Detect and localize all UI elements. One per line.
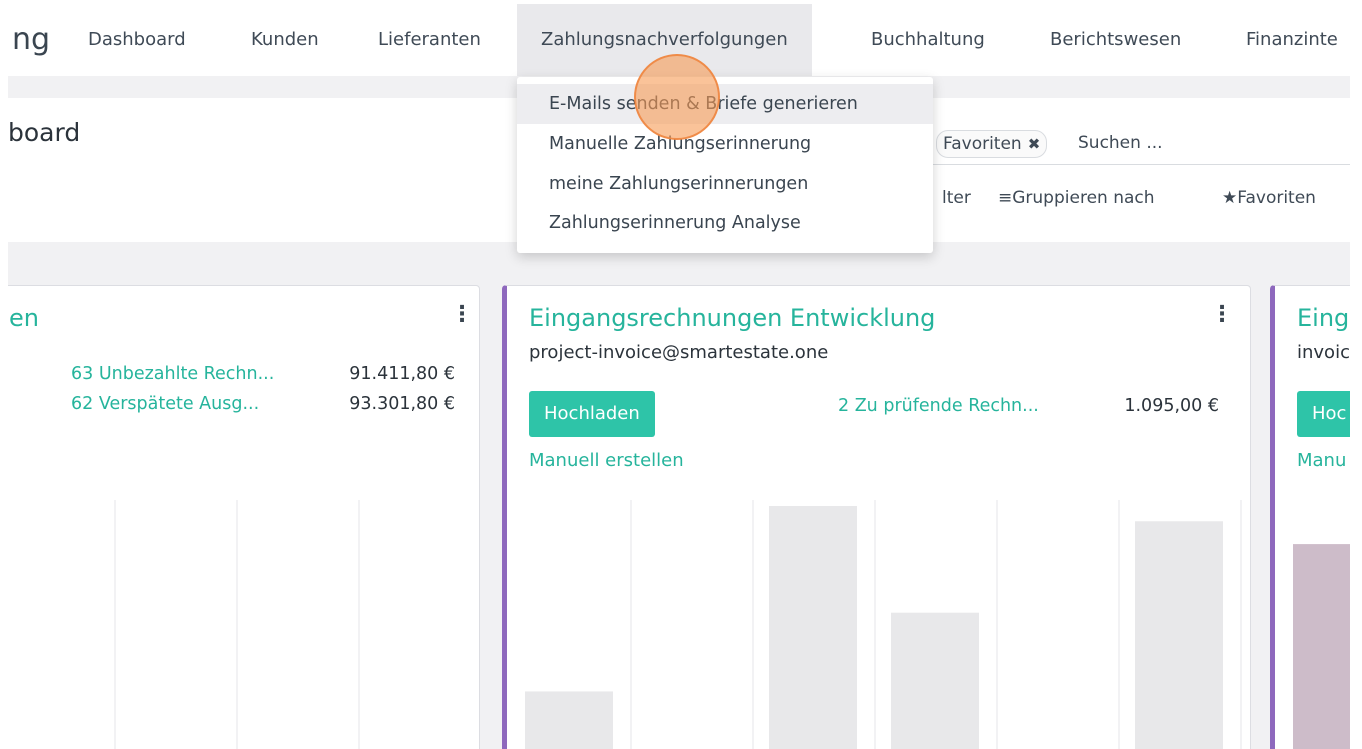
filter-label: lter (942, 188, 971, 208)
nav-item-finanzinte[interactable]: Finanzinte (1246, 4, 1338, 76)
chart-right (1293, 544, 1350, 749)
unpaid-invoices-link[interactable]: 63 Unbezahlte Rechn... (71, 364, 274, 384)
create-manually-link[interactable]: Manu (1297, 450, 1346, 471)
app-frame: ng Dashboard Kunden Lieferanten Zahlungs… (8, 4, 1350, 749)
chart-bar[interactable] (525, 691, 613, 749)
favorites-button[interactable]: ★Favoriten (1222, 188, 1316, 208)
group-by-icon: ≡ (998, 188, 1013, 208)
nav-item-lieferanten[interactable]: Lieferanten (378, 4, 481, 76)
invoices-to-review-link[interactable]: 2 Zu prüfende Rechn... (838, 396, 1039, 416)
journal-card-eingangsrechnungen: Eingangsrechnungen Entwicklung project-i… (502, 285, 1251, 749)
chart-bar[interactable] (769, 506, 857, 749)
chart-bar[interactable] (1293, 544, 1350, 749)
search-bar: Favoriten ✖ (932, 120, 1350, 165)
menu-item-meine-zahlungserinnerungen[interactable]: meine Zahlungserinnerungen (517, 164, 933, 204)
card-email: invoic (1297, 342, 1350, 363)
menu-item-zahlungserinnerung-analyse[interactable]: Zahlungserinnerung Analyse (517, 203, 933, 243)
app-brand[interactable]: ng (12, 4, 50, 76)
chart-bar[interactable] (1135, 521, 1223, 749)
group-by-button[interactable]: ≡Gruppieren nach (998, 188, 1155, 208)
page-title: board (8, 118, 81, 147)
nav-item-dashboard[interactable]: Dashboard (88, 4, 186, 76)
card-title[interactable]: en (9, 304, 39, 332)
chart-left (114, 500, 360, 749)
star-icon: ★ (1222, 188, 1238, 208)
late-invoices-link[interactable]: 62 Verspätete Ausg... (71, 394, 259, 414)
group-by-label: Gruppieren nach (1012, 188, 1155, 208)
unpaid-invoices-value: 91.411,80 € (349, 364, 455, 384)
upload-button[interactable]: Hoc (1297, 391, 1350, 437)
nav-item-berichtswesen[interactable]: Berichtswesen (1050, 4, 1181, 76)
search-facet: Favoriten ✖ (936, 130, 1048, 158)
search-facet-label: Favoriten (943, 134, 1022, 154)
click-indicator (634, 54, 720, 140)
zahlungsnachverfolgungen-dropdown: E-Mails senden & Briefe generieren Manue… (517, 77, 933, 253)
journal-card-left: en ⋮ 63 Unbezahlte Rechn... 91.411,80 € … (8, 285, 480, 749)
journal-card-right: Eing invoic Hoc Manu (1270, 285, 1350, 749)
kebab-menu-icon[interactable]: ⋮ (1211, 302, 1233, 327)
card-title[interactable]: Eing (1297, 304, 1349, 332)
upload-button[interactable]: Hochladen (529, 391, 655, 437)
create-manually-link[interactable]: Manuell erstellen (529, 450, 684, 471)
facet-remove-icon[interactable]: ✖ (1028, 135, 1041, 153)
invoices-to-review-value: 1.095,00 € (1124, 396, 1219, 416)
kebab-menu-icon[interactable]: ⋮ (451, 302, 473, 327)
menu-item-emails-senden[interactable]: E-Mails senden & Briefe generieren (517, 84, 933, 124)
chart-bar[interactable] (891, 612, 979, 749)
favorites-label: Favoriten (1237, 188, 1316, 208)
menu-item-manuelle-zahlungserinnerung[interactable]: Manuelle Zahlungserinnerung (517, 124, 933, 164)
nav-item-buchhaltung[interactable]: Buchhaltung (871, 4, 985, 76)
nav-item-kunden[interactable]: Kunden (251, 4, 319, 76)
card-title[interactable]: Eingangsrechnungen Entwicklung (529, 304, 935, 332)
late-invoices-value: 93.301,80 € (349, 394, 455, 414)
search-input[interactable] (1076, 128, 1340, 158)
filter-button[interactable]: lter (942, 188, 971, 208)
card-email: project-invoice@smartestate.one (529, 342, 829, 363)
chart-eingangsrechnungen (525, 500, 1242, 749)
